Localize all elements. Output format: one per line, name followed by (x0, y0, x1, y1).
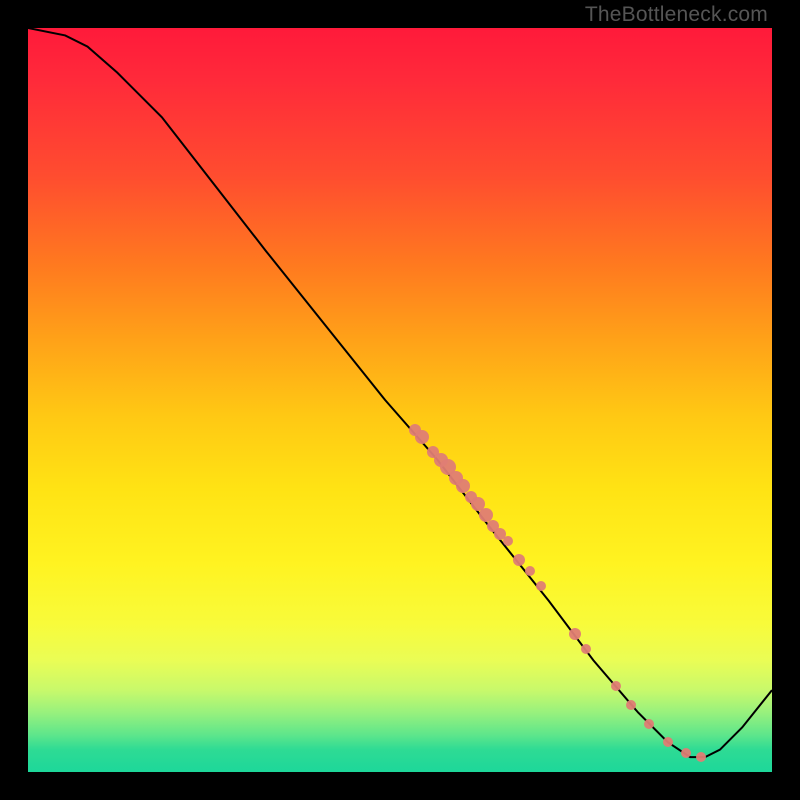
data-point (525, 566, 535, 576)
data-point (681, 748, 691, 758)
data-point (513, 554, 525, 566)
data-point (626, 700, 636, 710)
data-point (569, 628, 581, 640)
chart-frame: TheBottleneck.com (0, 0, 800, 800)
data-point (415, 430, 429, 444)
data-point (611, 681, 621, 691)
data-point (644, 719, 654, 729)
data-point (536, 581, 546, 591)
watermark-text: TheBottleneck.com (585, 3, 768, 27)
data-point (696, 752, 706, 762)
data-point (581, 644, 591, 654)
plot-area (28, 28, 772, 772)
data-point (503, 536, 513, 546)
line-path (28, 28, 772, 772)
data-point (663, 737, 673, 747)
